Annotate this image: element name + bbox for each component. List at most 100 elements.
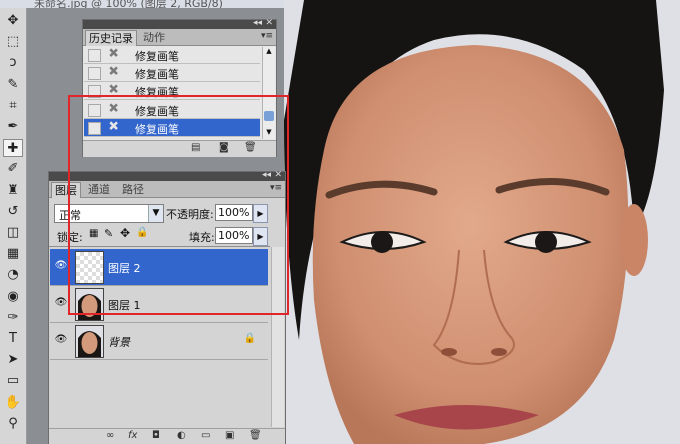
history-panel: ◂◂ ✕ 历史记录 动作 ▾≡ ✚ 修复画笔 ✚ 修复画笔 ✚ 修复画笔 ✚ 修复画笔 ✚ 修复画… — [82, 18, 277, 157]
lock-image-icon[interactable]: ✎ — [104, 227, 113, 240]
layers-panel-header: ◂◂ ✕ — [49, 170, 285, 181]
eyedropper-tool[interactable]: ✒ — [3, 118, 23, 136]
healing-brush-icon: ✚ — [105, 62, 124, 81]
lasso-tool[interactable]: ↄ — [3, 54, 23, 72]
history-source-checkbox[interactable] — [88, 67, 101, 81]
clone-stamp-tool[interactable]: ♜ — [3, 182, 23, 200]
type-tool[interactable]: T — [3, 330, 23, 348]
history-item-label: 修复画笔 — [135, 50, 179, 63]
new-document-from-state-icon[interactable]: ▤ — [191, 142, 200, 153]
opacity-label: 不透明度: — [166, 208, 214, 221]
path-select-tool[interactable]: ➤ — [3, 351, 23, 369]
eye-icon[interactable]: 👁 — [54, 259, 68, 273]
history-item[interactable]: ✚ 修复画笔 — [84, 46, 260, 64]
history-item-label: 修复画笔 — [135, 122, 179, 136]
history-list: ✚ 修复画笔 ✚ 修复画笔 ✚ 修复画笔 ✚ 修复画笔 ✚ 修复画笔 — [83, 46, 276, 140]
history-source-checkbox[interactable] — [88, 121, 101, 135]
history-source-checkbox[interactable] — [88, 103, 101, 117]
opacity-value: 100% — [218, 206, 250, 219]
tools-panel: ✥ ⬚ ↄ ✎ ⌗ ✒ ✚ ✐ ♜ ↺ ◫ ▦ ◔ ◉ ✑ T ➤ ▭ ✋ ⚲ — [0, 8, 27, 444]
history-item[interactable]: ✚ 修复画笔 — [84, 80, 260, 101]
lock-all-icon[interactable]: 🔒 — [136, 227, 148, 238]
lock-label: 锁定: — [57, 231, 83, 244]
hand-tool[interactable]: ✋ — [3, 394, 23, 412]
opacity-slider-button[interactable]: ▶ — [253, 204, 268, 223]
shape-tool[interactable]: ▭ — [3, 372, 23, 390]
history-scrollbar[interactable]: ▲ ▼ — [262, 47, 275, 139]
layer-thumbnail — [75, 288, 104, 321]
blur-tool[interactable]: ◔ — [3, 266, 23, 284]
tab-history[interactable]: 历史记录 — [85, 30, 137, 46]
blend-mode-value: 正常 — [59, 209, 81, 222]
fill-slider-button[interactable]: ▶ — [253, 227, 268, 246]
opacity-input[interactable]: 100% — [215, 204, 253, 221]
crop-tool[interactable]: ⌗ — [3, 97, 23, 115]
lock-icon: 🔒 — [243, 333, 256, 344]
document-title: 未命名.jpg @ 100% (图层 2, RGB/8) — [34, 0, 223, 8]
history-source-checkbox[interactable] — [88, 85, 101, 99]
gradient-tool[interactable]: ▦ — [3, 245, 23, 263]
adjustment-layer-icon[interactable]: ◐ — [177, 430, 186, 441]
collapse-icon[interactable]: ◂◂ — [262, 170, 271, 180]
panel-menu-icon[interactable]: ▾≡ — [270, 183, 282, 193]
healing-brush-icon: ✚ — [105, 80, 124, 100]
eye-icon[interactable]: 👁 — [54, 333, 68, 347]
tab-actions[interactable]: 动作 — [140, 30, 168, 45]
history-panel-header: ◂◂ ✕ — [83, 18, 276, 29]
history-item[interactable]: ✚ 修复画笔 — [84, 98, 260, 119]
lock-transparent-icon[interactable]: ▦ — [89, 228, 98, 239]
tab-layers[interactable]: 图层 — [51, 182, 81, 198]
history-tabs: 历史记录 动作 ▾≡ — [83, 29, 276, 46]
close-icon[interactable]: ✕ — [265, 18, 273, 28]
snapshot-icon[interactable]: ◙ — [219, 142, 229, 153]
close-icon[interactable]: ✕ — [274, 170, 282, 180]
layers-tabs: 图层 通道 路径 ▾≡ — [49, 181, 285, 198]
quick-select-tool[interactable]: ✎ — [3, 76, 23, 94]
tab-paths[interactable]: 路径 — [119, 182, 147, 197]
healing-brush-tool[interactable]: ✚ — [3, 139, 23, 158]
fill-label: 填充: — [189, 231, 215, 244]
photo-canvas[interactable] — [284, 0, 680, 444]
trash-icon[interactable]: 🗑 — [244, 142, 257, 153]
layer-row[interactable]: 👁 图层 2 — [50, 249, 268, 286]
eraser-tool[interactable]: ◫ — [3, 224, 23, 242]
new-layer-icon[interactable]: ▣ — [225, 430, 234, 441]
fill-input[interactable]: 100% — [215, 227, 253, 244]
collapse-icon[interactable]: ◂◂ — [253, 18, 262, 28]
layers-footer: ∞ fx ◘ ◐ ▭ ▣ 🗑 — [49, 428, 285, 444]
history-item-label: 修复画笔 — [135, 68, 179, 82]
portrait-image — [284, 0, 680, 444]
layer-row[interactable]: 👁 图层 1 — [50, 286, 268, 323]
history-brush-tool[interactable]: ↺ — [3, 203, 23, 221]
link-layers-icon[interactable]: ∞ — [106, 430, 114, 441]
new-group-icon[interactable]: ▭ — [201, 430, 210, 441]
blend-mode-select[interactable]: 正常 ▼ — [54, 204, 164, 223]
history-source-checkbox[interactable] — [88, 49, 101, 62]
layers-scrollbar[interactable] — [271, 247, 284, 427]
dodge-tool[interactable]: ◉ — [3, 288, 23, 306]
brush-tool[interactable]: ✐ — [3, 160, 23, 178]
layer-name: 图层 2 — [108, 262, 141, 275]
zoom-tool[interactable]: ⚲ — [3, 415, 23, 433]
panel-menu-icon[interactable]: ▾≡ — [261, 31, 273, 41]
lock-position-icon[interactable]: ✥ — [120, 226, 130, 240]
layer-list: 👁 图层 2 👁 图层 1 👁 背景 🔒 — [49, 246, 270, 429]
move-tool[interactable]: ✥ — [3, 12, 23, 30]
layer-style-icon[interactable]: fx — [128, 430, 137, 441]
trash-icon[interactable]: 🗑 — [249, 430, 262, 441]
history-item[interactable]: ✚ 修复画笔 — [84, 62, 260, 83]
layer-mask-icon[interactable]: ◘ — [152, 430, 160, 441]
layer-thumbnail — [75, 251, 104, 284]
chevron-down-icon: ▼ — [148, 205, 163, 222]
tab-channels[interactable]: 通道 — [85, 182, 113, 197]
layers-panel: ◂◂ ✕ 图层 通道 路径 ▾≡ 正常 ▼ 不透明度: 100% ▶ 锁定: ▦… — [48, 170, 286, 444]
history-item[interactable]: ✚ 修复画笔 — [84, 117, 260, 137]
history-item-label: 修复画笔 — [135, 86, 179, 100]
marquee-tool[interactable]: ⬚ — [3, 33, 23, 51]
healing-brush-icon: ✚ — [105, 98, 124, 118]
pen-tool[interactable]: ✑ — [3, 309, 23, 327]
layer-name: 图层 1 — [108, 299, 141, 312]
layer-row[interactable]: 👁 背景 🔒 — [50, 323, 268, 360]
history-item-label: 修复画笔 — [135, 104, 179, 118]
eye-icon[interactable]: 👁 — [54, 296, 68, 310]
